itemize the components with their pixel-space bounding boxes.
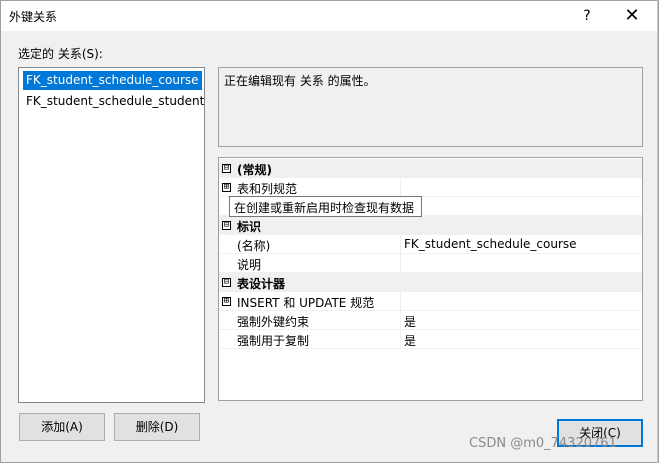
property-name: INSERT 和 UPDATE 规范 [237,296,375,310]
expand-icon[interactable]: ⊞ [222,297,231,306]
collapse-icon[interactable]: ⊟ [222,164,231,173]
property-row-table-columns[interactable]: ⊞ 表和列规范 [219,178,642,197]
property-value[interactable]: 是 [404,332,416,349]
relation-item[interactable]: FK_student_schedule_course [23,71,202,90]
collapse-icon[interactable]: ⊟ [222,278,231,287]
relation-item[interactable]: FK_student_schedule_student [23,92,207,111]
property-row-name[interactable]: (名称) FK_student_schedule_course [219,235,642,254]
property-row-enforce-fk[interactable]: 强制外键约束 是 [219,311,642,330]
category-identity: ⊟ 标识 [219,216,642,235]
relations-list[interactable]: FK_student_schedule_course FK_student_sc… [18,67,205,403]
close-icon[interactable]: ✕ [619,5,645,27]
category-table-designer: ⊟ 表设计器 [219,273,642,292]
description-panel: 正在编辑现有 关系 的属性。 [218,67,643,147]
window-title: 外键关系 [9,10,58,24]
property-name: (名称) [237,239,271,253]
add-button[interactable]: 添加(A) [19,413,105,441]
relations-label: 选定的 关系(S): [18,47,103,61]
window-edge [657,0,658,463]
collapse-icon[interactable]: ⊟ [222,221,231,230]
column-divider [400,311,401,330]
delete-button[interactable]: 删除(D) [114,413,200,441]
expand-icon[interactable]: ⊞ [222,183,231,192]
foreign-key-dialog: 外键关系 ? ✕ 选定的 关系(S): FK_student_schedule_… [0,0,659,463]
watermark: CSDN @m0_74320761 [469,436,617,451]
column-divider [400,254,401,273]
tooltip: 在创建或重新启用时检查现有数据 [229,196,422,217]
property-row-enforce-replication[interactable]: 强制用于复制 是 [219,330,642,349]
help-icon[interactable]: ? [575,5,599,27]
property-row-description[interactable]: 说明 [219,254,642,273]
title-bar: 外键关系 ? ✕ [1,1,658,31]
column-divider [400,235,401,254]
column-divider [400,178,401,197]
property-row-insert-update[interactable]: ⊞ INSERT 和 UPDATE 规范 [219,292,642,311]
property-grid[interactable]: ⊟ (常规) ⊞ 表和列规范 ⊟ 标识 (名称) FK_student_sche… [218,157,643,401]
description-text: 正在编辑现有 关系 的属性。 [224,74,376,88]
category-label: (常规) [237,163,272,177]
property-name: 表和列规范 [237,182,298,196]
category-label: 标识 [237,220,262,234]
property-name: 强制外键约束 [237,315,310,329]
property-value[interactable]: FK_student_schedule_course [404,237,577,251]
column-divider [400,330,401,349]
property-value[interactable]: 是 [404,313,416,330]
property-name: 说明 [237,258,262,272]
column-divider [400,292,401,311]
category-general: ⊟ (常规) [219,159,642,178]
property-name: 强制用于复制 [237,334,310,348]
category-label: 表设计器 [237,277,286,291]
